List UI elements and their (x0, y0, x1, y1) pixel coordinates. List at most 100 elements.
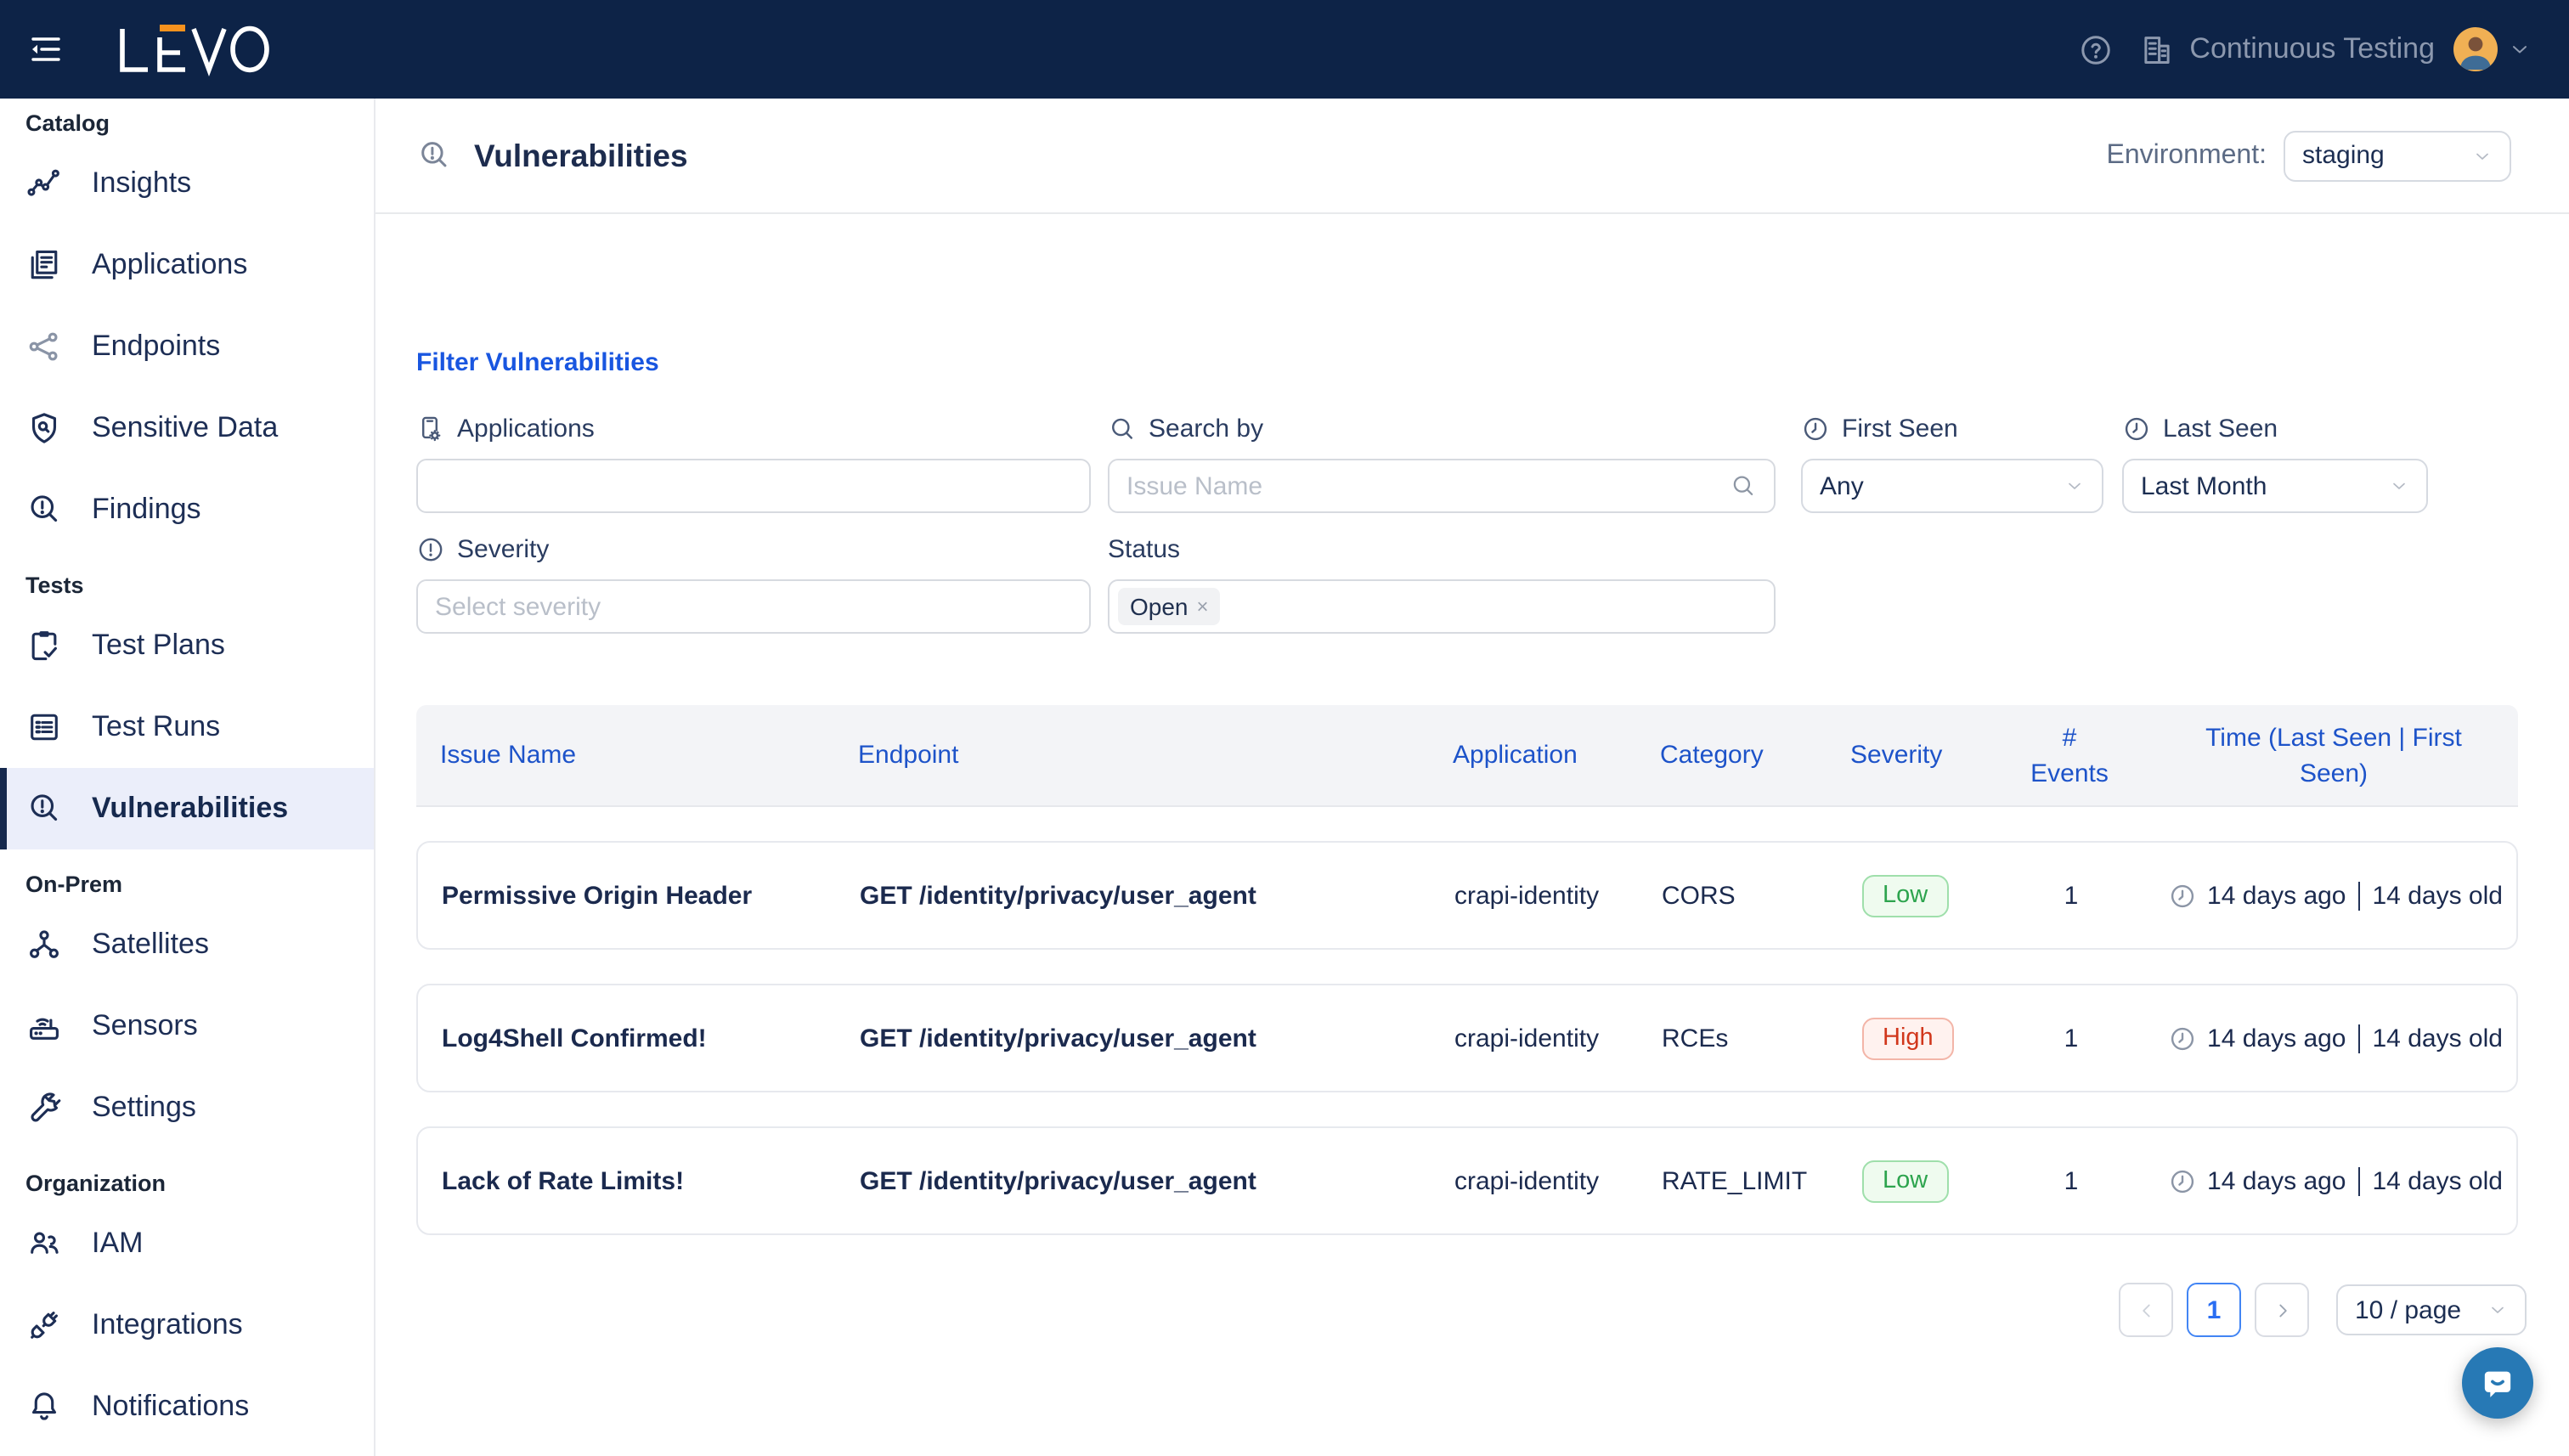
severity-badge: Low (1862, 1160, 1949, 1202)
help-icon[interactable] (2077, 31, 2113, 67)
last-seen-label: Last Seen (2122, 411, 2278, 445)
product-name: Continuous Testing (2189, 32, 2435, 65)
applications-input[interactable] (435, 471, 1072, 500)
environment-label: Environment: (2106, 140, 2267, 169)
sidebar-section-tests: Tests (25, 573, 84, 598)
first-seen: 14 days old (2372, 881, 2503, 910)
chat-bubble-icon (2476, 1361, 2520, 1405)
severity-cell: Low (1852, 843, 1991, 948)
issue-name: Permissive Origin Header (442, 881, 753, 910)
first-seen-select[interactable]: Any (1801, 459, 2103, 513)
table-row[interactable]: Lack of Rate Limits! GET /identity/priva… (416, 1126, 2518, 1235)
divider (2357, 881, 2361, 910)
app-window: Continuous Testing Catalog Insights Appl… (0, 0, 2569, 1456)
severity-badge: High (1862, 1017, 1954, 1059)
levo-logo (120, 25, 269, 76)
wrench-icon (25, 1089, 63, 1126)
issue-name: Log4Shell Confirmed! (442, 1024, 707, 1052)
col-endpoint: Endpoint (858, 741, 959, 770)
search-alert-icon (25, 491, 63, 528)
severity-cell: Low (1852, 1128, 1991, 1233)
applications-filter-input[interactable] (416, 459, 1091, 513)
events-count: 1 (2064, 1024, 2079, 1052)
severity-cell: High (1852, 985, 1991, 1091)
application: crapi-identity (1454, 1024, 1600, 1052)
shield-search-icon (25, 409, 63, 447)
sidebar-item-applications[interactable]: Applications (0, 224, 374, 306)
share-nodes-icon (25, 328, 63, 365)
category: RCEs (1662, 1024, 1729, 1052)
close-icon[interactable]: × (1197, 595, 1209, 618)
chat-launcher-button[interactable] (2462, 1347, 2533, 1419)
severity-label: Severity (416, 532, 549, 566)
col-time: Time (Last Seen | First Seen) (2205, 723, 2462, 787)
filter-vulnerabilities-link[interactable]: Filter Vulnerabilities (416, 348, 659, 377)
sidebar-item-iam[interactable]: IAM (0, 1203, 374, 1284)
pagination: 1 10 / page (375, 1283, 2527, 1337)
sidebar-item-sensitive-data[interactable]: Sensitive Data (0, 387, 374, 469)
severity-input[interactable] (435, 592, 1072, 621)
last-seen-select[interactable]: Last Month (2122, 459, 2428, 513)
bell-icon (25, 1388, 63, 1425)
sidebar-item-test-runs[interactable]: Test Runs (0, 686, 374, 768)
sidebar-section-on-prem: On-Prem (25, 872, 123, 897)
last-seen: 14 days ago (2207, 881, 2346, 910)
sidebar-section-catalog: Catalog (25, 110, 110, 136)
sidebar-item-notifications[interactable]: Notifications (0, 1366, 374, 1448)
clipboard-check-icon (25, 627, 63, 664)
sidebar-item-endpoints[interactable]: Endpoints (0, 306, 374, 387)
alert-circle-icon (416, 534, 445, 563)
sidebar-item-vulnerabilities[interactable]: Vulnerabilities (0, 768, 374, 849)
environment-select[interactable]: staging (2284, 130, 2511, 181)
plug-icon (25, 1306, 63, 1344)
sidebar-item-sensors[interactable]: Sensors (0, 985, 374, 1067)
category: CORS (1662, 881, 1736, 910)
table-row[interactable]: Permissive Origin Header GET /identity/p… (416, 841, 2518, 950)
col-application: Application (1453, 741, 1578, 770)
molecule-icon (25, 926, 63, 963)
router-wifi-icon (25, 1007, 63, 1045)
sidebar-item-integrations[interactable]: Integrations (0, 1284, 374, 1366)
sidebar-item-insights[interactable]: Insights (0, 143, 374, 224)
documents-icon (25, 246, 63, 284)
status-select[interactable]: Open × (1108, 579, 1776, 634)
status-tag-open[interactable]: Open × (1118, 588, 1221, 625)
chevron-down-icon (2487, 1300, 2508, 1320)
users-icon (25, 1225, 63, 1262)
application: crapi-identity (1454, 881, 1600, 910)
severity-select[interactable] (416, 579, 1091, 634)
issue-name-search[interactable] (1108, 459, 1776, 513)
search-alert-icon (416, 138, 452, 173)
sidebar-section-organization: Organization (25, 1171, 167, 1196)
endpoint: GET /identity/privacy/user_agent (860, 1024, 1256, 1052)
first-seen: 14 days old (2372, 1024, 2503, 1052)
table-header-row: Issue Name Endpoint Application Category… (416, 705, 2518, 807)
next-page-button[interactable] (2255, 1283, 2309, 1337)
category: RATE_LIMIT (1662, 1166, 1808, 1195)
issue-name-input[interactable] (1126, 471, 1719, 500)
sidebar-item-findings[interactable]: Findings (0, 469, 374, 550)
sidebar-item-satellites[interactable]: Satellites (0, 904, 374, 985)
vulnerabilities-table: Issue Name Endpoint Application Category… (416, 705, 2518, 1235)
main-content: Vulnerabilities Environment: staging Fil… (375, 99, 2569, 1456)
prev-page-button[interactable] (2119, 1283, 2173, 1337)
events-count: 1 (2064, 1166, 2079, 1195)
table-row[interactable]: Log4Shell Confirmed! GET /identity/priva… (416, 984, 2518, 1092)
sidebar-item-test-plans[interactable]: Test Plans (0, 605, 374, 686)
status-label: Status (1108, 534, 1181, 563)
chevron-down-icon (2064, 476, 2085, 496)
first-seen: 14 days old (2372, 1166, 2503, 1195)
issue-name: Lack of Rate Limits! (442, 1166, 685, 1195)
page-size-select[interactable]: 10 / page (2336, 1284, 2527, 1335)
avatar[interactable] (2453, 27, 2498, 71)
clock-icon (2168, 881, 2197, 910)
application: crapi-identity (1454, 1166, 1600, 1195)
search-icon[interactable] (1730, 472, 1757, 499)
search-by-label: Search by (1108, 411, 1263, 445)
page-1-button[interactable]: 1 (2187, 1283, 2241, 1337)
endpoint: GET /identity/privacy/user_agent (860, 881, 1256, 910)
chevron-down-icon[interactable] (2508, 37, 2532, 61)
sidebar-collapse-icon[interactable] (25, 29, 66, 70)
sidebar-item-settings[interactable]: Settings (0, 1067, 374, 1148)
clock-icon (1801, 414, 1830, 443)
